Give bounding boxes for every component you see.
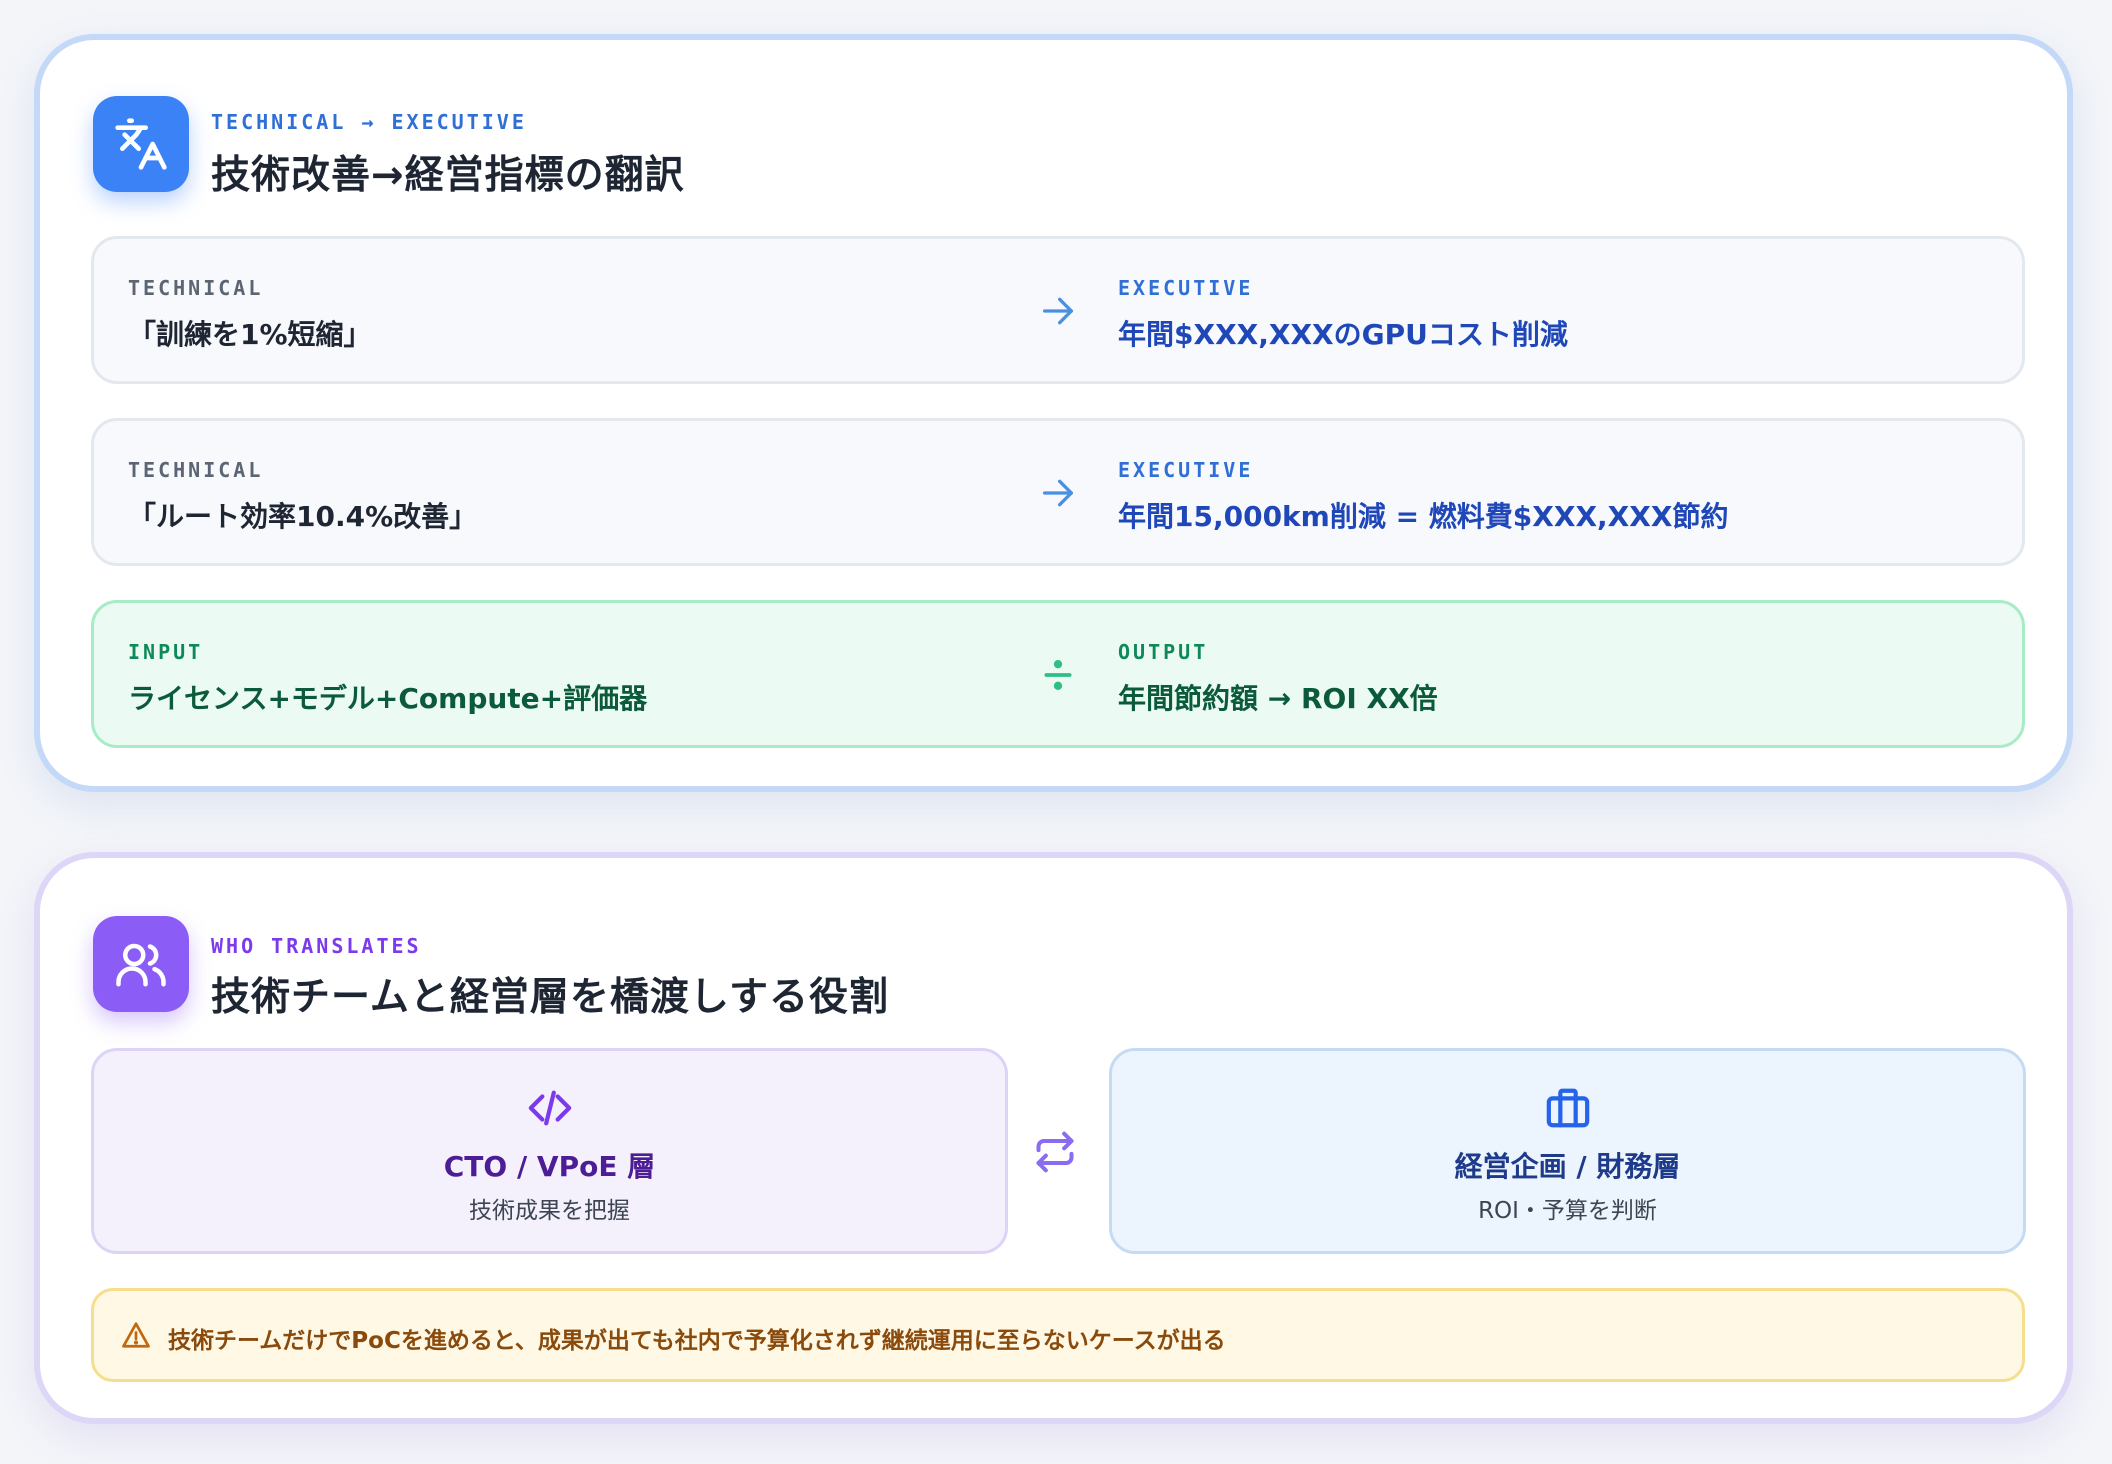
- technical-label: TECHNICAL: [128, 458, 264, 482]
- arrow-right-icon: [1043, 479, 1073, 507]
- warning-text: 技術チームだけでPoCを進めると、成果が出ても社内で予算化されず継続運用に至らな…: [168, 1328, 1226, 1354]
- section-title: 技術改善→経営指標の翻訳: [211, 153, 685, 198]
- role-card-cto: CTO / VPoE 層 技術成果を把握: [91, 1048, 1008, 1254]
- divide-icon: [1044, 659, 1072, 691]
- executive-label: EXECUTIVE: [1118, 276, 1254, 300]
- translate-icon: [93, 96, 189, 192]
- executive-value: 年間$XXX,XXXのGPUコスト削減: [1118, 318, 1568, 351]
- arrow-right-icon: [1043, 297, 1073, 325]
- executive-value: 年間15,000km削減 = 燃料費$XXX,XXX節約: [1118, 500, 1729, 533]
- technical-value: 「ルート効率10.4%改善」: [128, 500, 478, 533]
- users-icon: [93, 916, 189, 1012]
- repeat-icon: [1036, 1131, 1074, 1173]
- code-icon: [528, 1090, 571, 1126]
- translators-card: WHO TRANSLATES 技術チームと経営層を橋渡しする役割 CTO / V…: [34, 852, 2073, 1424]
- role-card-finance: 経営企画 / 財務層 ROI・予算を判断: [1109, 1048, 2026, 1254]
- input-label: INPUT: [128, 640, 204, 664]
- technical-label: TECHNICAL: [128, 276, 264, 300]
- warning-icon: [122, 1322, 150, 1348]
- role-name: 経営企画 / 財務層: [1454, 1150, 1681, 1183]
- technical-value: 「訓練を1%短縮」: [128, 318, 372, 351]
- translation-card: TECHNICAL → EXECUTIVE 技術改善→経営指標の翻訳 TECHN…: [34, 34, 2073, 792]
- section-title: 技術チームと経営層を橋渡しする役割: [211, 975, 890, 1020]
- role-description: ROI・予算を判断: [1478, 1198, 1657, 1224]
- translation-row: TECHNICAL 「ルート効率10.4%改善」 EXECUTIVE 年間15,…: [91, 418, 2025, 566]
- output-label: OUTPUT: [1118, 640, 1209, 664]
- warning-callout: 技術チームだけでPoCを進めると、成果が出ても社内で予算化されず継続運用に至らな…: [91, 1288, 2025, 1382]
- input-value: ライセンス+モデル+Compute+評価器: [128, 682, 648, 715]
- section-eyebrow: WHO TRANSLATES: [211, 934, 422, 958]
- roi-row: INPUT ライセンス+モデル+Compute+評価器 OUTPUT 年間節約額…: [91, 600, 2025, 748]
- role-name: CTO / VPoE 層: [443, 1150, 656, 1183]
- section-eyebrow: TECHNICAL → EXECUTIVE: [211, 110, 527, 134]
- translation-row: TECHNICAL 「訓練を1%短縮」 EXECUTIVE 年間$XXX,XXX…: [91, 236, 2025, 384]
- output-value: 年間節約額 → ROI XX倍: [1118, 682, 1438, 715]
- role-description: 技術成果を把握: [469, 1198, 630, 1224]
- executive-label: EXECUTIVE: [1118, 458, 1254, 482]
- briefcase-icon: [1546, 1088, 1589, 1128]
